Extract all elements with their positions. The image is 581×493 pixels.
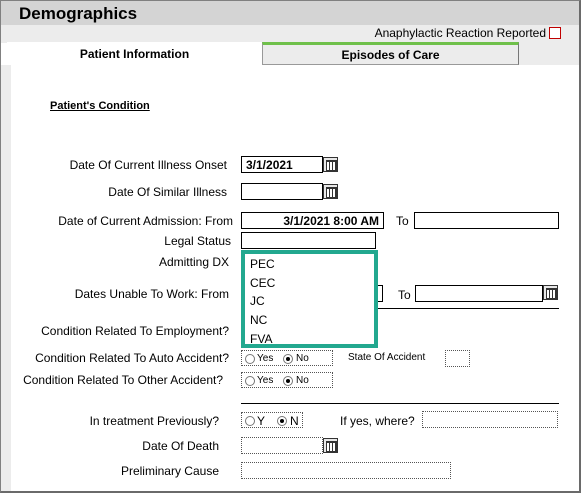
admission-to-field[interactable] — [414, 212, 559, 229]
other-yes-label: Yes — [257, 375, 274, 386]
other-no-radio[interactable] — [283, 376, 293, 386]
other-no-label: No — [296, 375, 309, 386]
tab-episodes-of-care[interactable]: Episodes of Care — [262, 42, 519, 65]
prev-treatment-radio-group: Y N — [241, 412, 303, 428]
calendar-icon[interactable] — [323, 438, 338, 453]
legal-status-field[interactable] — [241, 232, 376, 249]
calendar-icon[interactable] — [323, 184, 338, 199]
where-field[interactable] — [422, 411, 558, 428]
left-margin — [1, 65, 11, 491]
tab-patient-information[interactable]: Patient Information — [7, 42, 262, 66]
legal-status-label: Legal Status — [164, 234, 231, 248]
auto-yes-radio[interactable] — [245, 354, 255, 364]
auto-accident-radio-group: Yes No — [241, 350, 333, 366]
date-of-death-field[interactable] — [241, 437, 323, 454]
illness-onset-label: Date Of Current Illness Onset — [69, 158, 227, 172]
employment-label: Condition Related To Employment? — [41, 324, 229, 338]
date-of-death-label: Date Of Death — [142, 439, 219, 453]
title-bar: Demographics — [1, 1, 579, 25]
demographics-window: Demographics Anaphylactic Reaction Repor… — [0, 0, 581, 493]
state-of-accident-field[interactable] — [445, 350, 470, 367]
other-yes-radio[interactable] — [245, 376, 255, 386]
preliminary-cause-field[interactable] — [241, 462, 451, 479]
dropdown-option[interactable]: FVA — [250, 332, 272, 346]
admitting-dx-label: Admitting DX — [158, 255, 229, 269]
prev-no-label: N — [290, 414, 299, 428]
unable-work-to-field[interactable] — [415, 285, 543, 302]
similar-illness-label: Date Of Similar Illness — [108, 185, 227, 199]
calendar-icon[interactable] — [543, 285, 558, 300]
window-title: Demographics — [19, 4, 138, 23]
auto-no-radio[interactable] — [283, 354, 293, 364]
anaphylactic-label: Anaphylactic Reaction Reported — [374, 26, 546, 40]
section-title: Patient's Condition — [50, 100, 150, 112]
similar-illness-field[interactable] — [241, 183, 323, 200]
auto-accident-label: Condition Related To Auto Accident? — [35, 351, 229, 365]
prev-yes-label: Y — [257, 414, 266, 428]
admission-label: Date of Current Admission: From — [58, 214, 233, 228]
dropdown-option[interactable]: JC — [250, 294, 265, 308]
anaphylactic-checkbox[interactable] — [549, 27, 561, 39]
unable-work-to-label: To — [398, 288, 411, 302]
auto-no-label: No — [296, 353, 309, 364]
dropdown-option[interactable]: CEC — [250, 276, 275, 290]
dropdown-option[interactable]: NC — [250, 313, 267, 327]
illness-onset-field[interactable]: 3/1/2021 — [241, 156, 323, 173]
calendar-icon[interactable] — [323, 157, 338, 172]
where-label: If yes, where? — [340, 414, 415, 428]
other-accident-label: Condition Related To Other Accident? — [23, 373, 223, 387]
prev-yes-radio[interactable] — [245, 416, 255, 426]
dropdown-option[interactable]: PEC — [250, 257, 275, 271]
admission-to-label: To — [396, 214, 409, 228]
other-accident-radio-group: Yes No — [241, 372, 333, 388]
prev-treatment-label: In treatment Previously? — [89, 414, 219, 428]
admission-from-field[interactable]: 3/1/2021 8:00 AM — [241, 212, 384, 229]
auto-yes-label: Yes — [257, 353, 274, 364]
tab-strip-filler — [519, 43, 579, 65]
admitting-dx-dropdown: PEC CEC JC NC FVA — [241, 250, 378, 348]
state-of-accident-label: State Of Accident — [348, 352, 426, 363]
preliminary-cause-label: Preliminary Cause — [120, 464, 219, 478]
unable-work-label: Dates Unable To Work: From — [74, 287, 229, 301]
divider — [241, 403, 559, 404]
prev-no-radio[interactable] — [277, 416, 287, 426]
